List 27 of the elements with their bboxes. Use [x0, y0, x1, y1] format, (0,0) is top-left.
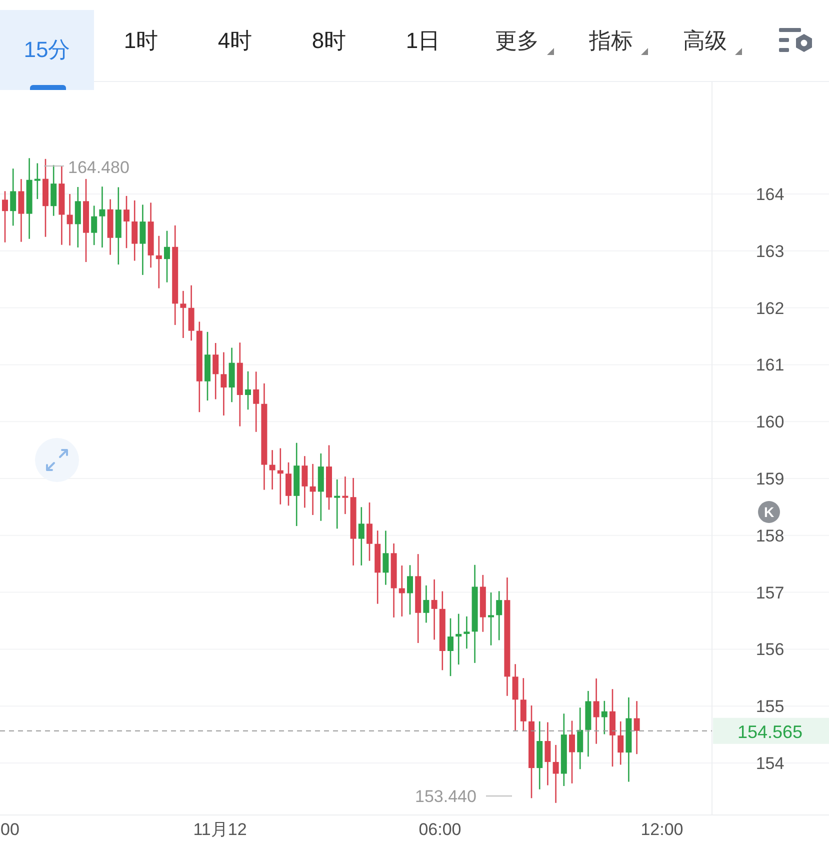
caret-icon — [641, 48, 648, 55]
period-tab[interactable]: 1日 — [376, 0, 470, 81]
last-price-label: 154.565 — [713, 718, 829, 744]
period-tab[interactable]: 8时 — [282, 0, 376, 81]
x-axis-label: 11月12 — [193, 820, 247, 839]
y-axis-label: 158 — [756, 526, 784, 546]
y-axis-label: 154 — [756, 754, 784, 773]
y-axis-label: 163 — [756, 242, 784, 261]
y-axis-label: 161 — [756, 356, 784, 375]
caret-icon — [735, 48, 742, 55]
period-tab[interactable]: 15分 — [0, 10, 94, 90]
y-axis-label: 156 — [756, 640, 784, 660]
period-tab[interactable]: 更多 — [470, 0, 564, 81]
x-axis-label: 00 — [0, 820, 20, 839]
y-axis-label: 164 — [756, 185, 784, 204]
period-tab[interactable]: 指标 — [564, 0, 658, 81]
period-tab[interactable]: 高级 — [658, 0, 752, 81]
y-axis-label: 159 — [756, 470, 784, 488]
y-axis-label: 155 — [756, 697, 784, 716]
caret-icon — [547, 48, 554, 55]
period-tab[interactable]: 1时 — [94, 0, 188, 81]
y-axis-label: 160 — [756, 412, 784, 432]
y-axis-label: 162 — [756, 298, 784, 318]
x-axis-label: 06:00 — [418, 820, 462, 839]
period-tab[interactable]: 4时 — [188, 0, 282, 81]
x-axis-label: 12:00 — [640, 820, 684, 839]
y-axis-label: 157 — [756, 583, 784, 602]
